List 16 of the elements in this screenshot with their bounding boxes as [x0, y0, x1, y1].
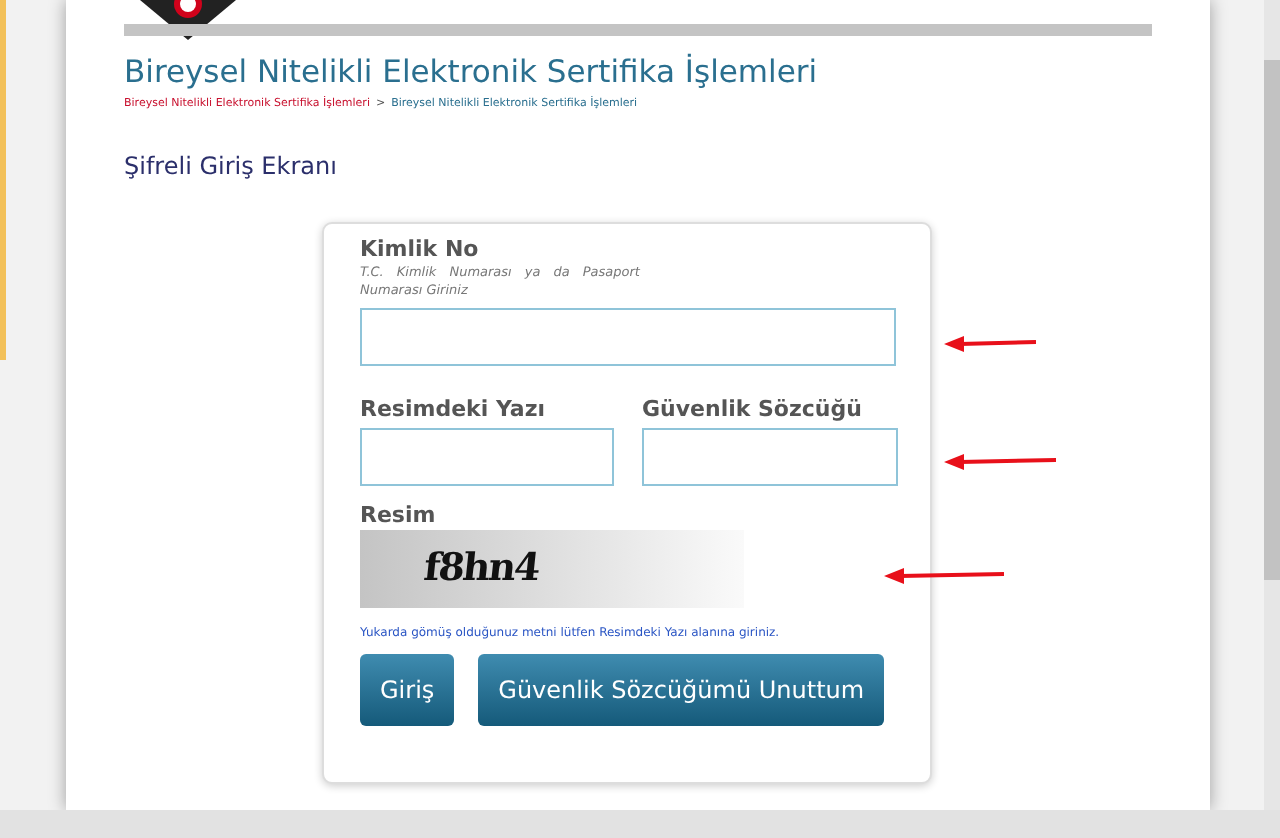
field-label: Kimlik No: [360, 236, 481, 264]
forgot-password-button[interactable]: Güvenlik Sözcüğümü Unuttum: [478, 654, 885, 726]
field-label: Resimdeki Yazı: [360, 396, 548, 424]
scrollbar[interactable]: [1264, 0, 1280, 810]
arrow-icon: [944, 336, 1036, 352]
section-title: Şifreli Giriş Ekranı: [124, 150, 339, 182]
input-field[interactable]: [360, 308, 896, 366]
field-label: Resim: [360, 502, 438, 530]
captcha-text: f8hn4: [421, 544, 542, 595]
login-button[interactable]: Giriş: [360, 654, 455, 726]
input-field[interactable]: [360, 428, 614, 486]
page-title: Bireysel Nitelikli Elektronik Sertifika İşlemleri: [124, 51, 820, 94]
field-label: Güvenlik Sözcüğü: [642, 396, 864, 424]
arrow-icon: [944, 454, 1056, 470]
input-field[interactable]: [642, 428, 898, 486]
arrow-icon: [884, 568, 1004, 584]
